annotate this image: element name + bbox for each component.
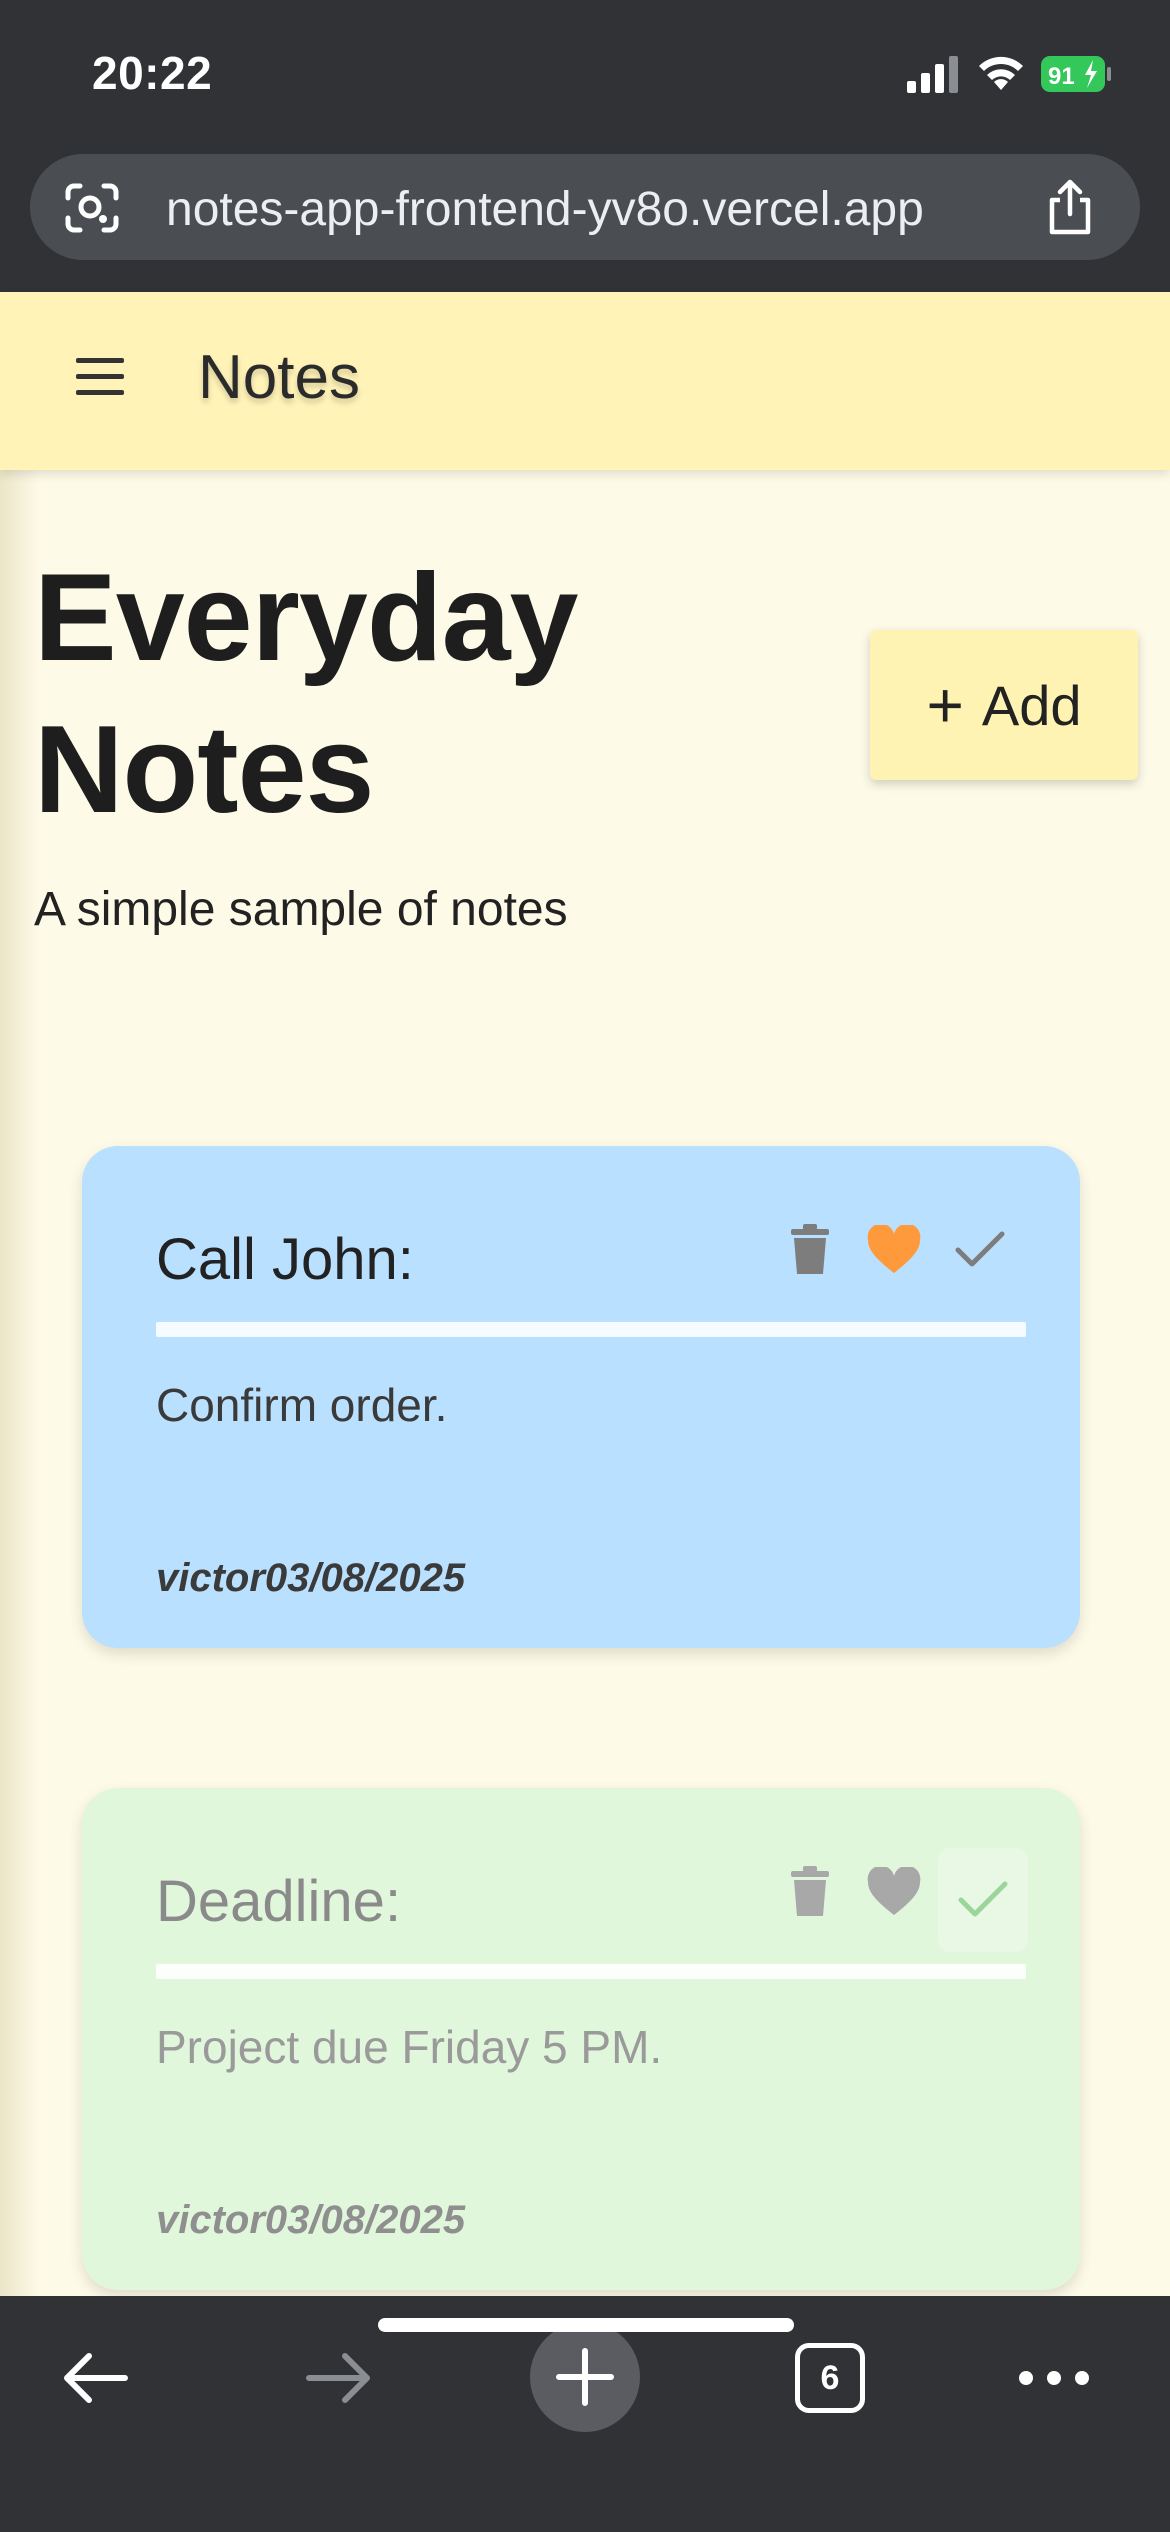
url-field[interactable]: notes-app-frontend-yv8o.vercel.app xyxy=(30,154,1140,260)
note-title: Deadline: xyxy=(156,1869,402,1934)
share-icon[interactable] xyxy=(1042,178,1098,236)
back-button[interactable] xyxy=(50,2324,140,2432)
main-content: Everyday Notes + Add A simple sample of … xyxy=(0,470,1170,2296)
plus-icon: + xyxy=(926,669,964,741)
status-time: 20:22 xyxy=(92,47,213,99)
note-divider xyxy=(156,1964,1026,1979)
note-title: Call John: xyxy=(156,1227,414,1292)
browser-url-bar: notes-app-frontend-yv8o.vercel.app xyxy=(0,150,1170,292)
menu-icon[interactable] xyxy=(76,358,132,402)
battery-level: 91 xyxy=(1048,63,1075,90)
wifi-icon xyxy=(979,56,1023,90)
status-bar: 20:22 91 xyxy=(0,0,1170,150)
note-body: Project due Friday 5 PM. xyxy=(156,2021,663,2073)
tabs-button[interactable]: 6 xyxy=(780,2324,880,2432)
check-icon[interactable] xyxy=(938,1848,1028,1952)
add-note-label: Add xyxy=(981,673,1082,737)
note-card[interactable]: Call John: Confirm order. victor03/08/20… xyxy=(82,1146,1080,1648)
more-button[interactable] xyxy=(1004,2324,1104,2432)
check-icon[interactable] xyxy=(952,1222,1008,1278)
heart-icon[interactable] xyxy=(866,1864,922,1920)
forward-button[interactable] xyxy=(294,2324,384,2432)
battery-icon: 91 xyxy=(1041,56,1111,92)
plus-icon xyxy=(556,2348,614,2406)
signal-icon xyxy=(907,56,958,93)
home-indicator xyxy=(378,2318,794,2332)
note-meta: victor03/08/2025 xyxy=(156,1556,466,1600)
heart-icon[interactable] xyxy=(866,1222,922,1278)
note-meta: victor03/08/2025 xyxy=(156,2198,466,2242)
note-card[interactable]: Deadline: Project due Friday 5 PM. victo… xyxy=(82,1788,1080,2290)
add-note-button[interactable]: + Add xyxy=(870,630,1138,780)
page-subtitle: A simple sample of notes xyxy=(34,883,568,936)
url-text: notes-app-frontend-yv8o.vercel.app xyxy=(166,183,924,236)
app-title: Notes xyxy=(198,343,360,412)
note-divider xyxy=(156,1322,1026,1337)
page-title-line-1: Everyday xyxy=(34,549,579,687)
tabs-icon: 6 xyxy=(795,2343,865,2413)
back-icon xyxy=(64,2353,128,2403)
new-tab-button[interactable] xyxy=(530,2322,640,2432)
page-title-line-2: Notes xyxy=(34,701,375,839)
forward-icon xyxy=(306,2353,370,2403)
trash-icon[interactable] xyxy=(782,1864,838,1920)
page-title: Everyday Notes xyxy=(34,542,579,846)
lens-icon[interactable] xyxy=(64,182,120,234)
more-icon xyxy=(1019,2371,1089,2385)
app-header: Notes xyxy=(0,292,1170,470)
note-body: Confirm order. xyxy=(156,1379,448,1431)
trash-icon[interactable] xyxy=(782,1222,838,1278)
